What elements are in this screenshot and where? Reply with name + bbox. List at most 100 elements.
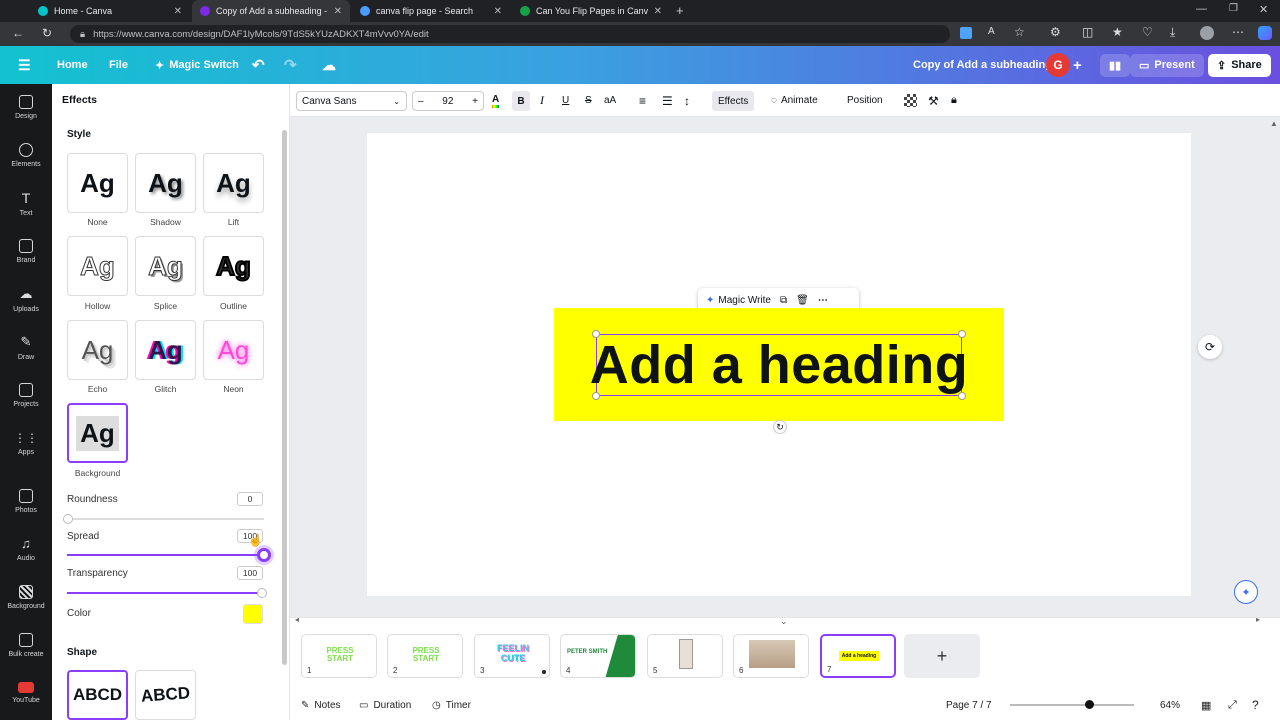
rail-item-draw[interactable]: ✎ Draw: [0, 324, 52, 370]
present-button[interactable]: ▭ Present: [1130, 53, 1204, 77]
add-collaborator-icon[interactable]: +: [1073, 46, 1082, 84]
style-tile-hollow[interactable]: Ag: [67, 236, 128, 296]
close-tab-icon[interactable]: ✕: [494, 6, 502, 17]
minimize-icon[interactable]: —: [1196, 3, 1207, 15]
transparency-slider-knob[interactable]: [257, 588, 267, 598]
style-tile-background[interactable]: Ag: [67, 403, 128, 463]
page-thumbnail[interactable]: 6: [733, 634, 809, 678]
scroll-left-icon[interactable]: ◂: [295, 615, 299, 624]
style-tile-glitch[interactable]: Ag: [135, 320, 196, 380]
font-size-value[interactable]: 92: [442, 96, 453, 107]
style-tile-outline[interactable]: Ag: [203, 236, 264, 296]
rail-item-audio[interactable]: ♫ Audio: [0, 526, 52, 572]
rail-item-background[interactable]: Background: [0, 574, 52, 620]
transparency-slider[interactable]: [67, 588, 267, 598]
delete-icon[interactable]: 🗑︎: [796, 295, 809, 306]
split-screen-icon[interactable]: ◫: [1082, 25, 1093, 39]
heading-text[interactable]: Add a heading: [590, 334, 969, 396]
rail-item-elements[interactable]: Elements: [0, 132, 52, 178]
heading-text-box[interactable]: Add a heading: [590, 330, 968, 400]
duration-button[interactable]: ▭ Duration: [359, 694, 411, 716]
copilot-icon[interactable]: [1258, 26, 1272, 40]
strikethrough-icon[interactable]: S: [585, 84, 592, 117]
zoom-level[interactable]: 64%: [1160, 694, 1180, 716]
align-center-icon[interactable]: ≡: [639, 84, 646, 117]
redo-icon[interactable]: ↷: [284, 46, 297, 84]
url-field[interactable]: 🔒︎ https://www.canva.com/design/DAF1lyMc…: [70, 25, 950, 43]
browser-tab-active[interactable]: Copy of Add a subheading - Pre ✕: [192, 0, 350, 22]
decrease-size-icon[interactable]: –: [418, 96, 424, 107]
magic-write-button[interactable]: ✦ Magic Write: [706, 295, 771, 306]
zoom-slider-knob[interactable]: [1085, 700, 1094, 709]
italic-icon[interactable]: I: [540, 84, 544, 117]
increase-size-icon[interactable]: +: [472, 96, 478, 107]
scroll-right-icon[interactable]: ▸: [1256, 615, 1260, 624]
collapse-chevron-icon[interactable]: ⌄: [780, 616, 788, 627]
duplicate-icon[interactable]: ⧉: [780, 295, 787, 306]
document-title[interactable]: Copy of Add a subheading: [904, 54, 1061, 76]
page-thumbnail[interactable]: PRESS START 1: [301, 634, 377, 678]
style-tile-lift[interactable]: Ag: [203, 153, 264, 213]
resize-handle[interactable]: [958, 392, 966, 400]
rail-item-youtube[interactable]: YouTube: [0, 670, 52, 716]
grid-view-icon[interactable]: ▦: [1201, 694, 1211, 716]
menu-icon[interactable]: ☰: [18, 46, 31, 84]
rail-item-text[interactable]: T Text: [0, 180, 52, 226]
rail-item-design[interactable]: Design: [0, 84, 52, 130]
rail-item-photos[interactable]: Photos: [0, 478, 52, 524]
rotate-icon[interactable]: ↻: [773, 420, 787, 434]
spread-slider[interactable]: [67, 548, 271, 562]
magic-assistant-icon[interactable]: ✦: [1234, 580, 1258, 604]
roundness-input[interactable]: 0: [237, 492, 263, 506]
read-aloud-icon[interactable]: A: [988, 26, 995, 37]
list-icon[interactable]: ☰: [662, 84, 673, 117]
text-color-icon[interactable]: A: [492, 94, 500, 108]
style-tile-splice[interactable]: Ag: [135, 236, 196, 296]
spread-slider-knob[interactable]: [257, 548, 271, 562]
effects-button[interactable]: Effects: [712, 91, 755, 111]
home-button[interactable]: Home: [48, 54, 97, 76]
paint-roller-icon[interactable]: ⚒: [928, 84, 939, 117]
page-indicator[interactable]: Page 7 / 7: [946, 694, 992, 716]
page-thumbnail[interactable]: FEELIN CUTE 3: [474, 634, 550, 678]
spacing-icon[interactable]: ↕: [684, 84, 690, 117]
design-page[interactable]: ✦ Magic Write ⧉ 🗑︎ ⋯ Add a heading ↻: [367, 133, 1191, 596]
animate-button[interactable]: ◌ Animate: [771, 84, 818, 117]
roundness-slider-knob[interactable]: [63, 514, 73, 524]
browser-tab[interactable]: Can You Flip Pages in Canva? | W ✕: [512, 0, 670, 22]
rail-item-brand[interactable]: Brand: [0, 228, 52, 274]
extensions-icon[interactable]: ⚙: [1050, 25, 1061, 39]
resize-handle[interactable]: [592, 330, 600, 338]
bold-icon[interactable]: B: [512, 91, 530, 111]
rail-item-bulk-create[interactable]: Bulk create: [0, 622, 52, 668]
resize-handle[interactable]: [958, 330, 966, 338]
color-swatch[interactable]: [243, 604, 263, 624]
new-tab-icon[interactable]: +: [676, 3, 684, 18]
timer-button[interactable]: ◷ Timer: [432, 694, 471, 716]
magic-switch-button[interactable]: ✦ Magic Switch: [146, 54, 248, 77]
fullscreen-icon[interactable]: ⤢: [1228, 694, 1237, 716]
rail-item-uploads[interactable]: ☁ Uploads: [0, 276, 52, 322]
extension-icon[interactable]: [960, 27, 972, 39]
downloads-icon[interactable]: ⤓: [1170, 25, 1175, 40]
style-tile-shadow[interactable]: Ag: [135, 153, 196, 213]
page-thumbnail[interactable]: PRESS START 2: [387, 634, 463, 678]
page-thumbnail-current[interactable]: Add a heading 7: [820, 634, 896, 678]
back-icon[interactable]: ←: [12, 26, 24, 40]
maximize-icon[interactable]: ❐: [1229, 3, 1238, 14]
file-button[interactable]: File: [100, 54, 137, 76]
resize-handle[interactable]: [592, 392, 600, 400]
share-button[interactable]: ⇪ Share: [1208, 53, 1271, 77]
lock-icon[interactable]: 🔒︎: [951, 84, 957, 117]
font-dropdown[interactable]: Canva Sans ⌄: [296, 91, 407, 111]
avatar[interactable]: G: [1046, 53, 1070, 77]
shape-tile-straight[interactable]: ABCD: [67, 670, 128, 720]
letter-case-icon[interactable]: aA: [604, 84, 616, 117]
browser-tab[interactable]: canva flip page - Search ✕: [352, 0, 510, 22]
zoom-slider[interactable]: [1010, 700, 1134, 709]
undo-icon[interactable]: ↶: [252, 46, 265, 84]
panel-scrollbar[interactable]: [282, 130, 287, 665]
close-tab-icon[interactable]: ✕: [174, 6, 182, 17]
refresh-comment-icon[interactable]: ⟳: [1198, 335, 1222, 359]
profile-icon[interactable]: [1200, 26, 1214, 40]
